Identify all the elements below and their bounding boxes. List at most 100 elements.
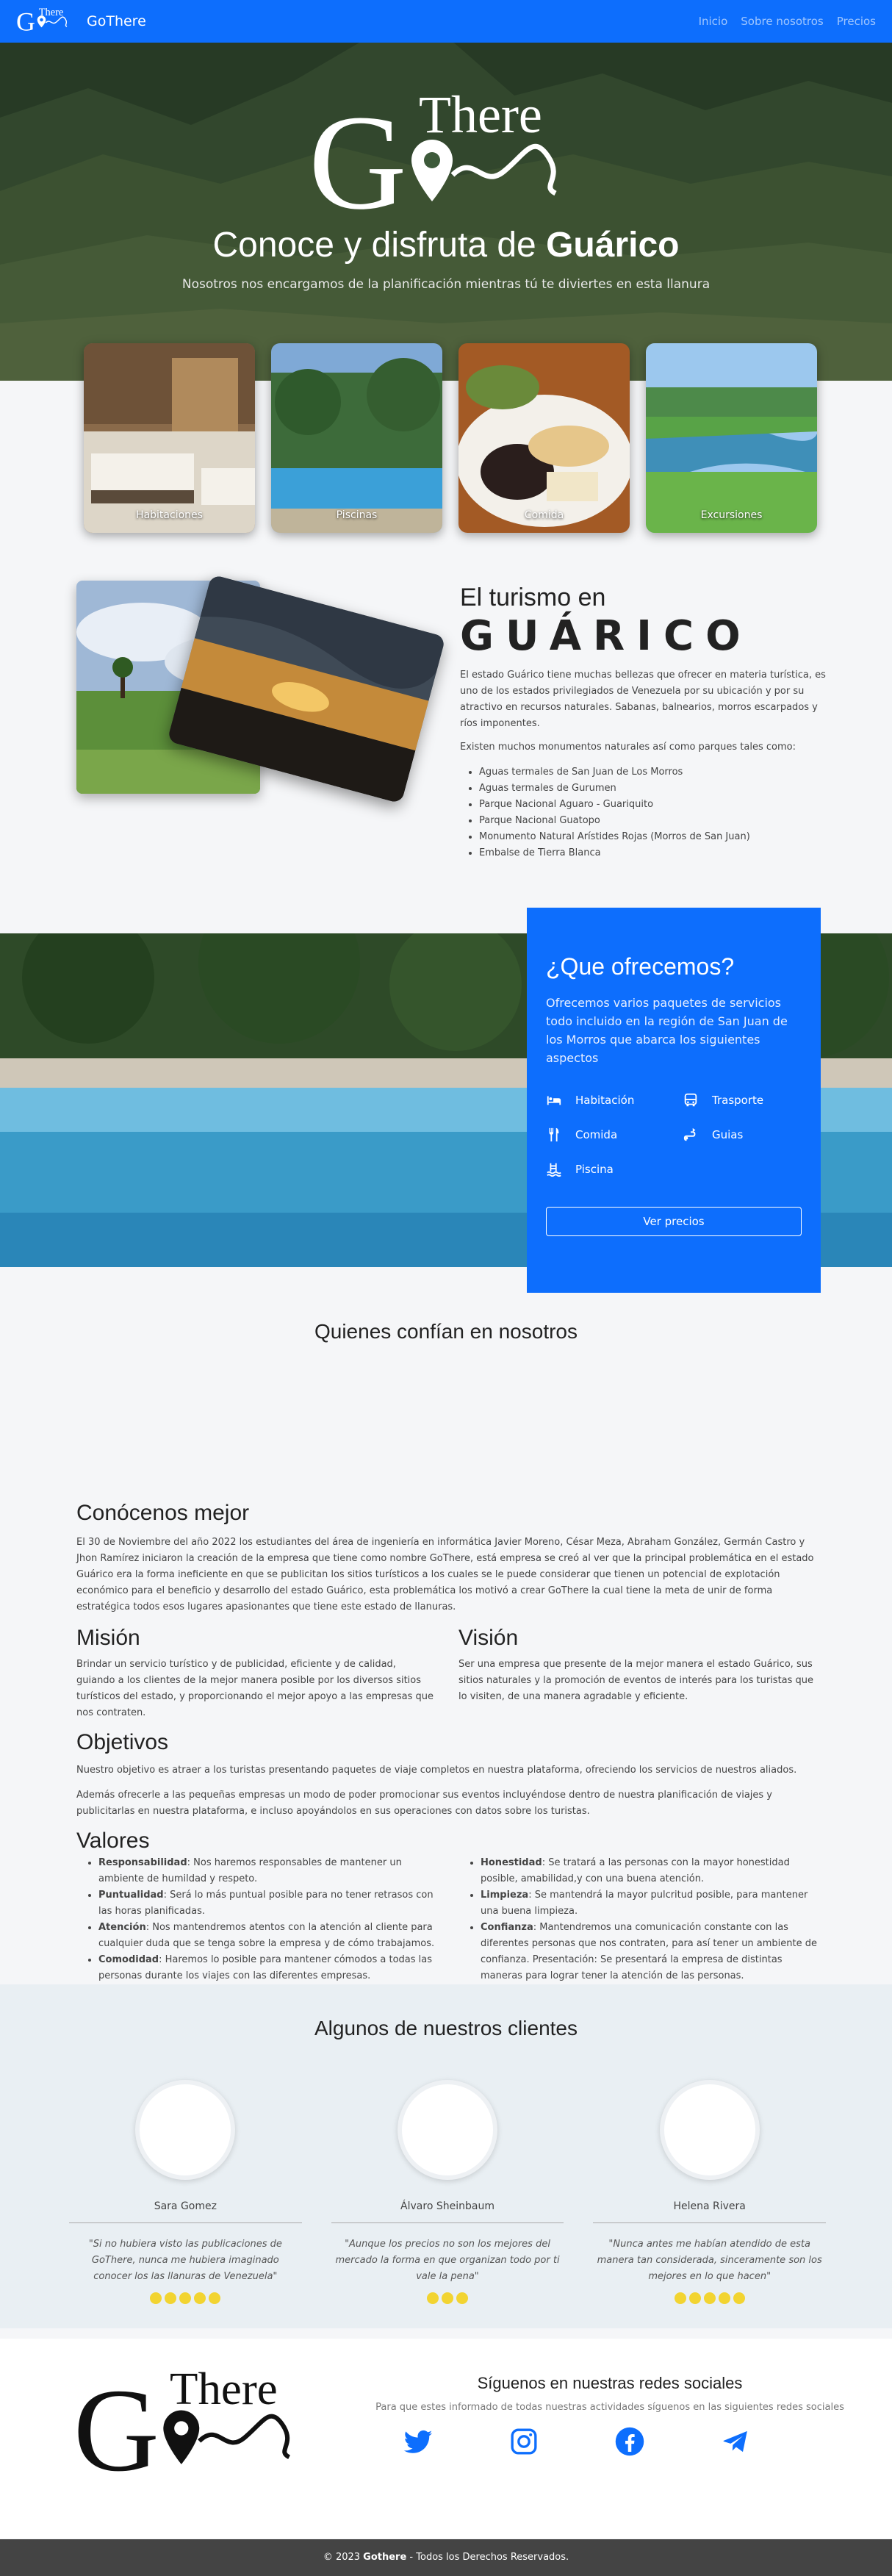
- facebook-icon[interactable]: [614, 2425, 646, 2458]
- list-item: Responsabilidad: Nos haremos responsable…: [98, 1855, 436, 1887]
- mision-text: Brindar un servicio turístico y de publi…: [76, 1659, 434, 1718]
- client-quote: "Nunca antes me habían atendido de esta …: [597, 2239, 822, 2282]
- avatar: [659, 2080, 760, 2180]
- about-section: Conócenos mejor El 30 de Noviembre del a…: [76, 1501, 819, 1984]
- offer-item-label: Comida: [575, 1128, 618, 1141]
- mision-title: Misión: [76, 1626, 140, 1650]
- footer-gothere-logo: G There: [73, 2364, 291, 2493]
- offer-item-comida: Comida: [546, 1127, 683, 1143]
- excursion-image: [646, 343, 817, 533]
- offer-item-label: Guias: [712, 1128, 744, 1141]
- mision-block: Misión Brindar un servicio turístico y d…: [76, 1626, 436, 1721]
- list-item: Limpieza: Se mantendrá la mayor pulcritu…: [481, 1887, 819, 1920]
- vision-text: Ser una empresa que presente de la mejor…: [458, 1659, 814, 1702]
- client-card: Sara Gomez "Si no hubiera visto las publ…: [69, 2080, 302, 2304]
- objetivos-title: Objetivos: [76, 1730, 169, 1754]
- card-label: Excursiones: [700, 509, 763, 521]
- list-item: Honestidad: Se tratará a las personas co…: [481, 1855, 819, 1887]
- about-title: Conócenos mejor: [76, 1501, 250, 1525]
- svg-text:G: G: [73, 2364, 159, 2493]
- offer-item-trasporte: Trasporte: [683, 1092, 815, 1108]
- vision-title: Visión: [458, 1626, 519, 1650]
- list-item: Aguas termales de San Juan de Los Morros: [479, 764, 827, 781]
- card-label: Comida: [524, 509, 564, 521]
- hero-gothere-logo: G There: [309, 87, 557, 234]
- offer-item-label: Trasporte: [712, 1094, 764, 1107]
- star-icon: [165, 2292, 177, 2304]
- avatar: [398, 2080, 497, 2180]
- offer-item-label: Habitación: [575, 1094, 635, 1107]
- clients-row: Sara Gomez "Si no hubiera visto las publ…: [69, 2080, 827, 2304]
- navbar: G There GoThere Inicio Sobre nosotros Pr…: [0, 0, 892, 43]
- food-image: [458, 343, 630, 533]
- list-item: Parque Nacional Aguaro - Guariquito: [479, 797, 827, 813]
- star-rating: [69, 2292, 302, 2304]
- star-icon: [456, 2292, 468, 2304]
- social-section: G There Síguenos en nuestras redes socia…: [0, 2339, 892, 2539]
- star-icon: [427, 2292, 439, 2304]
- star-icon: [688, 2292, 701, 2304]
- parks-list: Aguas termales de San Juan de Los Morros…: [460, 764, 827, 861]
- objetivos-text-2: Además ofrecerle a las pequeñas empresas…: [76, 1790, 773, 1817]
- gothere-logo[interactable]: G There: [16, 5, 73, 37]
- client-name: Álvaro Sheinbaum: [331, 2200, 564, 2223]
- trust-title: Quienes confían en nosotros: [314, 1320, 578, 1343]
- instagram-icon[interactable]: [508, 2425, 540, 2458]
- hotel-room-image: [84, 343, 255, 533]
- hero-section: G There Conoce y disfruta de Guárico Nos…: [0, 0, 892, 381]
- avatar: [135, 2080, 236, 2180]
- client-quote: "Aunque los precios no son los mejores d…: [335, 2239, 560, 2282]
- card-comida[interactable]: Comida: [458, 343, 630, 533]
- social-subtitle: Para que estes informado de todas nuestr…: [375, 2402, 844, 2413]
- star-rating: [331, 2292, 564, 2304]
- social-icons: [402, 2425, 752, 2458]
- list-item: Confianza: Mantendremos una comunicación…: [481, 1920, 819, 1984]
- offer-box: ¿Que ofrecemos? Ofrecemos varios paquete…: [527, 908, 821, 1293]
- vision-block: Visión Ser una empresa que presente de l…: [458, 1626, 819, 1721]
- card-piscinas[interactable]: Piscinas: [271, 343, 442, 533]
- card-label: Piscinas: [336, 509, 378, 521]
- feature-cards: Habitaciones Piscinas Comida Excursiones: [84, 343, 817, 533]
- star-icon: [179, 2292, 192, 2304]
- clients-section: Algunos de nuestros clientes Sara Gomez …: [0, 1984, 892, 2328]
- twitter-icon[interactable]: [402, 2425, 434, 2458]
- navbar-brand[interactable]: GoThere: [87, 13, 146, 29]
- hero-title: Conoce y disfruta de Guárico: [212, 226, 680, 265]
- mision-vision: Misión Brindar un servicio turístico y d…: [76, 1626, 819, 1721]
- telegram-icon[interactable]: [719, 2425, 752, 2458]
- valores-title: Valores: [76, 1829, 150, 1853]
- list-item: Puntualidad: Será lo más puntual posible…: [98, 1887, 436, 1920]
- offer-items: Habitación Trasporte Comida Guias Piscin…: [546, 1092, 802, 1177]
- hero-subtitle: Nosotros nos encargamos de la planificac…: [181, 277, 711, 292]
- bus-icon: [683, 1092, 699, 1108]
- client-quote: "Si no hubiera visto las publicaciones d…: [88, 2239, 282, 2282]
- turismo-heading-guarico: GUÁRICO: [460, 612, 752, 660]
- svg-text:G: G: [16, 7, 35, 36]
- ver-precios-button[interactable]: Ver precios: [546, 1207, 802, 1236]
- list-item: Aguas termales de Gurumen: [479, 781, 827, 797]
- star-icon: [209, 2292, 221, 2304]
- card-excursiones[interactable]: Excursiones: [646, 343, 817, 533]
- about-text: El 30 de Noviembre del año 2022 los estu…: [76, 1537, 814, 1612]
- guide-icon: [683, 1127, 699, 1143]
- footer: © 2023 Gothere - Todos los Derechos Rese…: [0, 2539, 892, 2576]
- turismo-section: El turismo en GUÁRICO El estado Guárico …: [76, 574, 827, 875]
- client-name: Helena Rivera: [593, 2200, 827, 2223]
- star-icon: [733, 2292, 745, 2304]
- nav-link-inicio[interactable]: Inicio: [699, 15, 728, 28]
- list-item: Embalse de Tierra Blanca: [479, 845, 827, 861]
- turismo-paragraph: El estado Guárico tiene muchas bellezas …: [460, 670, 826, 729]
- offer-item-piscina: Piscina: [546, 1161, 683, 1177]
- card-habitaciones[interactable]: Habitaciones: [84, 343, 255, 533]
- card-label: Habitaciones: [136, 509, 203, 521]
- valores-list-right: Honestidad: Se tratará a las personas co…: [458, 1855, 819, 1984]
- offer-item-label: Piscina: [575, 1163, 614, 1176]
- svg-text:There: There: [170, 2364, 278, 2414]
- list-item: Atención: Nos mantendremos atentos con l…: [98, 1920, 436, 1952]
- nav-link-precios[interactable]: Precios: [837, 15, 876, 28]
- star-icon: [442, 2292, 453, 2304]
- nav-link-sobre-nosotros[interactable]: Sobre nosotros: [741, 15, 823, 28]
- offer-item-guias: Guias: [683, 1127, 815, 1143]
- turismo-heading: El turismo en: [460, 584, 606, 611]
- star-icon: [194, 2292, 206, 2304]
